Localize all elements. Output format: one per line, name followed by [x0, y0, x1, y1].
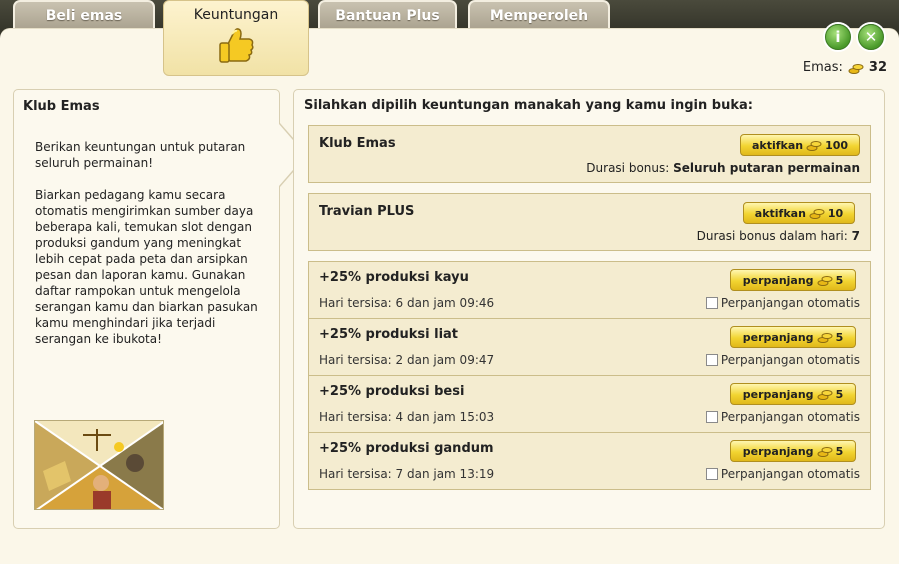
close-icon: ✕	[864, 28, 878, 46]
options-heading: Silahkan dipilih keuntungan manakah yang…	[304, 98, 753, 113]
extend-cost: 5	[835, 330, 844, 344]
travian-plus-activate-label: aktifkan	[754, 206, 806, 220]
gold-club-duration-label: Durasi bonus:	[586, 161, 670, 175]
extend-button[interactable]: perpanjang 5	[730, 269, 856, 291]
gold-club-activate-button[interactable]: aktifkan 100	[740, 134, 860, 156]
extend-cost: 5	[835, 444, 844, 458]
gold-club-cost: 100	[825, 138, 849, 152]
auto-extend-checkbox[interactable]	[705, 297, 718, 309]
auto-extend-checkbox[interactable]	[705, 411, 718, 423]
auto-extend-label: Perpanjangan otomatis	[720, 296, 860, 310]
description-body: Biarkan pedagang kamu secara otomatis me…	[35, 188, 258, 346]
gold-coins-icon	[809, 209, 825, 219]
gold-coins-icon	[817, 447, 833, 457]
auto-extend-label: Perpanjangan otomatis	[720, 467, 860, 481]
description-intro: Berikan keuntungan untuk putaran seluruh…	[35, 140, 246, 170]
extend-button[interactable]: perpanjang 5	[730, 326, 856, 348]
boost-title: +25% produksi liat	[319, 327, 459, 342]
extend-label: perpanjang	[742, 444, 814, 458]
travian-plus-duration: Durasi bonus dalam hari: 7	[697, 229, 860, 243]
boost-title: +25% produksi gandum	[319, 441, 494, 456]
boost-title: +25% produksi kayu	[319, 270, 469, 285]
travian-plus-cost: 10	[827, 206, 844, 220]
extend-cost: 5	[835, 273, 844, 287]
info-button[interactable]: i	[825, 24, 851, 50]
boost-remaining: Hari tersisa: 2 dan jam 09:47	[319, 353, 495, 367]
tab-keuntungan[interactable]: Keuntungan	[163, 0, 309, 76]
gold-balance-label: Emas:	[802, 60, 843, 75]
close-button[interactable]: ✕	[858, 24, 884, 50]
boost-row-gandum: +25% produksi gandum perpanjang 5 Hari t…	[308, 432, 871, 490]
gold-club-duration-value: Seluruh putaran permainan	[673, 161, 860, 175]
travian-plus-duration-label: Durasi bonus dalam hari:	[696, 229, 848, 243]
travian-plus-duration-value: 7	[851, 229, 860, 243]
gold-club-card: Klub Emas aktifkan 100 Durasi bonus: Sel…	[308, 125, 871, 183]
options-box: Silahkan dipilih keuntungan manakah yang…	[293, 89, 885, 529]
gold-coins-icon	[817, 276, 833, 286]
tab-keuntungan-label: Keuntungan	[193, 7, 279, 23]
gold-coins-icon	[817, 333, 833, 343]
boost-remaining: Hari tersisa: 4 dan jam 15:03	[319, 410, 495, 424]
description-box: Klub Emas Berikan keuntungan untuk putar…	[13, 89, 280, 529]
gold-balance-value: 32	[868, 60, 887, 75]
thumbs-up-icon	[219, 28, 254, 63]
auto-extend-checkbox[interactable]	[705, 468, 718, 480]
boost-row-liat: +25% produksi liat perpanjang 5 Hari ter…	[308, 318, 871, 376]
auto-extend-label: Perpanjangan otomatis	[720, 353, 860, 367]
gold-club-duration: Durasi bonus: Seluruh putaran permainan	[586, 161, 860, 175]
gold-club-title: Klub Emas	[319, 136, 396, 151]
extend-button[interactable]: perpanjang 5	[730, 440, 856, 462]
description-title: Klub Emas	[23, 99, 100, 114]
gold-coins-icon	[806, 141, 822, 151]
auto-extend-label: Perpanjangan otomatis	[720, 410, 860, 424]
extend-label: perpanjang	[742, 330, 814, 344]
boost-row-kayu: +25% produksi kayu perpanjang 5 Hari ter…	[308, 261, 871, 319]
auto-extend-checkbox[interactable]	[705, 354, 718, 366]
extend-label: perpanjang	[742, 387, 814, 401]
auto-extend: Perpanjangan otomatis	[705, 467, 860, 481]
gold-coins-icon	[817, 390, 833, 400]
extend-label: perpanjang	[742, 273, 814, 287]
auto-extend: Perpanjangan otomatis	[705, 410, 860, 424]
auto-extend: Perpanjangan otomatis	[705, 296, 860, 310]
gold-balance: Emas: 32	[803, 60, 887, 75]
extend-button[interactable]: perpanjang 5	[730, 383, 856, 405]
info-icon: i	[835, 28, 841, 46]
travian-plus-activate-button[interactable]: aktifkan 10	[743, 202, 855, 224]
boost-remaining: Hari tersisa: 7 dan jam 13:19	[319, 467, 495, 481]
travian-plus-title: Travian PLUS	[319, 204, 415, 219]
gold-club-activate-label: aktifkan	[751, 138, 804, 152]
boost-title: +25% produksi besi	[319, 384, 465, 399]
travian-plus-card: Travian PLUS aktifkan 10 Durasi bonus da…	[308, 193, 871, 251]
boost-remaining: Hari tersisa: 6 dan jam 09:46	[319, 296, 495, 310]
auto-extend: Perpanjangan otomatis	[705, 353, 860, 367]
boost-row-besi: +25% produksi besi perpanjang 5 Hari ter…	[308, 375, 871, 433]
gold-coins-icon	[848, 63, 864, 74]
gold-club-illustration	[34, 420, 164, 510]
extend-cost: 5	[835, 387, 844, 401]
